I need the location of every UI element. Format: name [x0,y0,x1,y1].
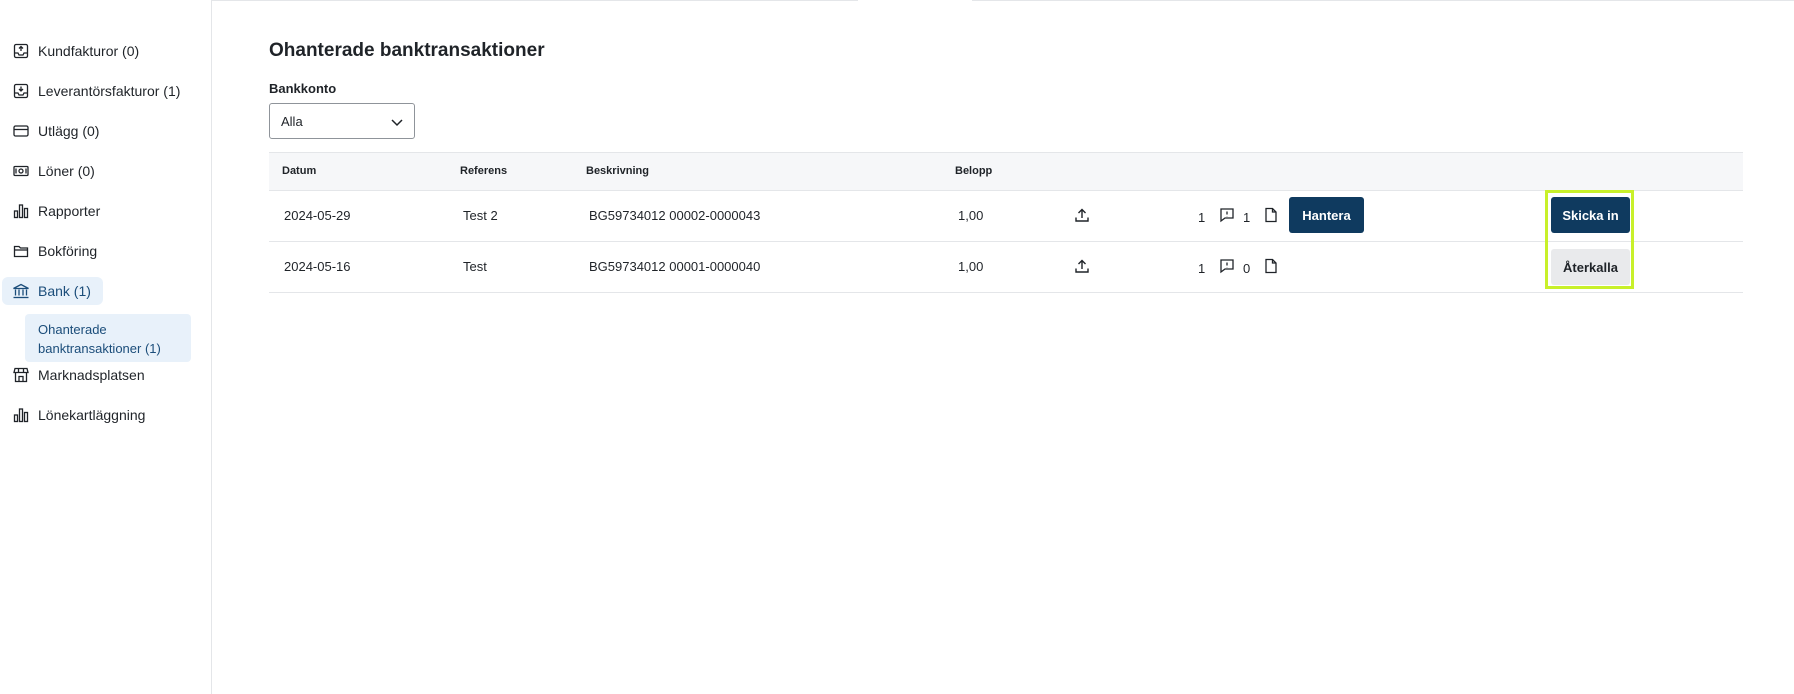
upload-icon[interactable] [1074,207,1090,223]
card-icon [12,122,30,140]
row-description: BG59734012 00001-0000040 [589,259,761,274]
top-divider [212,0,858,1]
bar-chart-icon [12,202,30,220]
row-description: BG59734012 00002-0000043 [589,208,761,223]
document-icon[interactable] [1263,258,1279,274]
comment-count: 1 [1243,210,1251,225]
sidebar-item-label: Lönekartläggning [38,407,146,423]
attachment-count: 1 [1198,210,1206,225]
bank-account-label: Bankkonto [269,81,337,96]
sidebar-item-lonekartlaggning[interactable]: Lönekartläggning [0,401,145,429]
table-row: 2024-05-29 Test 2 BG59734012 00002-00000… [269,191,1743,242]
invoice-in-icon [12,82,30,100]
top-divider [972,0,1794,1]
bank-icon [12,282,30,300]
comment-icon[interactable] [1219,258,1235,274]
sidebar-item-utlagg[interactable]: Utlägg (0) [0,117,99,145]
row-amount: 1,00 [958,259,984,274]
bar-chart-icon [12,406,30,424]
bank-account-select-value: Alla [281,113,303,129]
sidebar-subitem-ohanterade[interactable]: Ohanterade banktransaktioner (1) [25,314,191,362]
sidebar-item-leverantorsfakturor[interactable]: Leverantörsfakturor (1) [0,77,180,105]
column-header-description: Beskrivning [586,165,649,177]
bank-account-select[interactable]: Alla [269,103,415,139]
table-header: Datum Referens Beskrivning Belopp [269,152,1743,191]
money-icon [12,162,30,180]
invoice-out-icon [12,42,30,60]
document-icon[interactable] [1263,207,1279,223]
sidebar-item-kundfakturor[interactable]: Kundfakturor (0) [0,37,139,65]
sidebar-item-label: Rapporter [38,203,101,219]
sidebar: Kundfakturor (0) Leverantörsfakturor (1)… [0,0,212,694]
row-reference: Test 2 [463,208,498,223]
sidebar-item-marknadsplatsen[interactable]: Marknadsplatsen [0,361,145,389]
column-header-reference: Referens [460,165,508,177]
folder-icon [12,242,30,260]
sidebar-item-loner[interactable]: Löner (0) [0,157,95,185]
row-reference: Test [463,259,487,274]
sidebar-item-label: Kundfakturor (0) [38,43,140,59]
column-header-date: Datum [282,165,317,177]
sidebar-item-bokforing[interactable]: Bokföring [0,237,97,265]
sidebar-item-bank[interactable]: Bank (1) [2,277,103,305]
sidebar-subitem-label-line2: banktransaktioner (1) [38,341,161,356]
row-date: 2024-05-29 [284,208,351,223]
sidebar-item-label: Utlägg (0) [38,123,100,139]
column-header-amount: Belopp [955,165,993,177]
sidebar-item-label: Marknadsplatsen [38,367,145,383]
sidebar-item-label: Bokföring [38,243,98,259]
sidebar-item-label: Bank (1) [38,283,91,299]
table-row: 2024-05-16 Test BG59734012 00001-0000040… [269,242,1743,293]
attachment-count: 1 [1198,261,1206,276]
submit-button[interactable]: Skicka in [1551,197,1630,233]
comment-icon[interactable] [1219,207,1235,223]
sidebar-item-rapporter[interactable]: Rapporter [0,197,100,225]
revoke-button[interactable]: Återkalla [1551,249,1630,285]
row-date: 2024-05-16 [284,259,351,274]
sidebar-item-label: Leverantörsfakturor (1) [38,83,181,99]
sidebar-item-label: Löner (0) [38,163,95,179]
upload-icon[interactable] [1074,258,1090,274]
comment-count: 0 [1243,261,1251,276]
chevron-down-icon [391,119,403,127]
transactions-table: Datum Referens Beskrivning Belopp 2024-0… [269,152,1743,293]
page-title: Ohanterade banktransaktioner [269,40,545,61]
row-amount: 1,00 [958,208,984,223]
sidebar-subitem-label-line1: Ohanterade [38,322,107,337]
handle-button[interactable]: Hantera [1289,197,1364,233]
store-icon [12,366,30,384]
